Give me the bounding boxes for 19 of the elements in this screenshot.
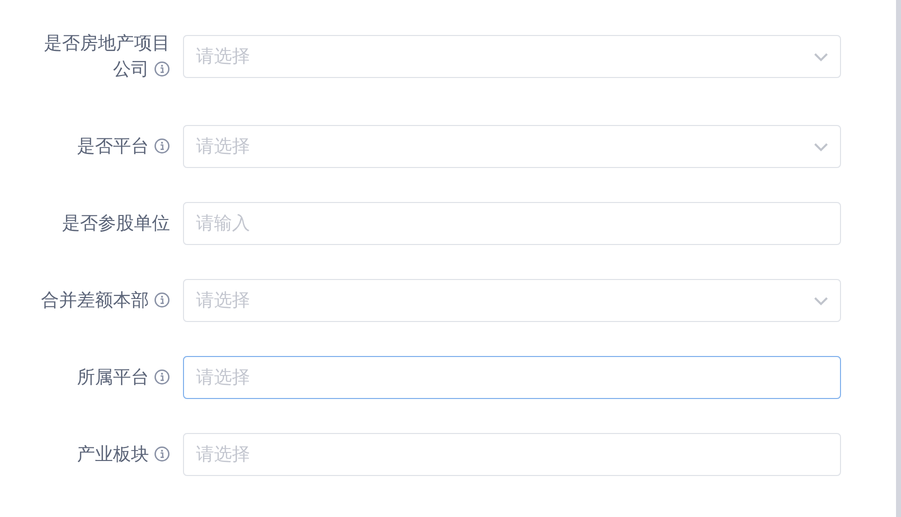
field-label: 是否平台 bbox=[0, 124, 170, 168]
info-icon[interactable] bbox=[154, 61, 170, 77]
chevron-down-icon bbox=[813, 296, 829, 306]
input-field[interactable]: 请选择 bbox=[183, 356, 841, 398]
field-label: 所属平台 bbox=[0, 355, 170, 399]
select-field[interactable]: 请选择 bbox=[183, 278, 841, 322]
chevron-down-icon bbox=[813, 52, 829, 62]
info-icon[interactable] bbox=[154, 446, 170, 462]
field-label: 是否参股单位 bbox=[61, 212, 170, 235]
select-field[interactable]: 请选择 bbox=[183, 124, 841, 168]
select-field[interactable]: 请选择 bbox=[183, 34, 841, 78]
info-icon[interactable] bbox=[154, 292, 170, 308]
field-label: 产业板块 bbox=[0, 432, 170, 476]
field-label: 合并差额本部 bbox=[0, 278, 170, 322]
info-icon[interactable] bbox=[154, 138, 170, 154]
chevron-down-icon bbox=[813, 142, 829, 152]
scrollbar[interactable] bbox=[896, 0, 901, 517]
info-icon[interactable] bbox=[154, 369, 170, 385]
field-label: 是否房地产项目公司 bbox=[43, 32, 170, 81]
